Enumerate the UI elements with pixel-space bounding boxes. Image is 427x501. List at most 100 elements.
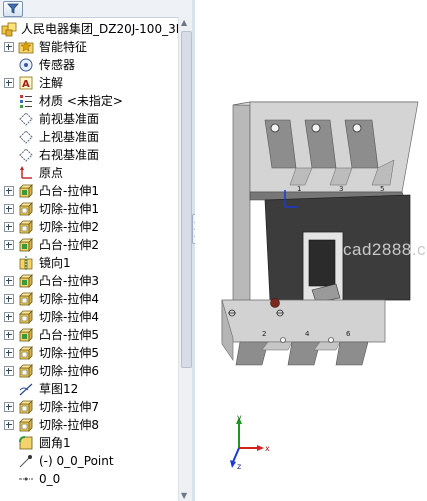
assembly-part-icon bbox=[1, 22, 17, 37]
tree-item[interactable]: 切除-拉伸1 bbox=[0, 200, 178, 218]
tree-item[interactable]: 凸台-拉伸3 bbox=[0, 272, 178, 290]
cut-extrude-icon bbox=[19, 292, 33, 306]
tree-item-label: 切除-拉伸2 bbox=[39, 220, 99, 234]
tree-item[interactable]: 切除-拉伸4 bbox=[0, 308, 178, 326]
expand-plus-icon[interactable] bbox=[4, 330, 14, 340]
mirror-icon bbox=[19, 256, 33, 270]
expand-plus-icon[interactable] bbox=[4, 348, 14, 358]
scrollbar-thumb[interactable] bbox=[181, 31, 192, 368]
tree-item[interactable]: 切除-拉伸4 bbox=[0, 290, 178, 308]
view-orientation-triad[interactable]: y x z bbox=[225, 412, 275, 470]
graphics-area[interactable]: cad2888.com 1 3 5 2 4 6 y x z bbox=[195, 0, 427, 501]
model-lower-front bbox=[221, 299, 386, 343]
point-icon bbox=[19, 455, 32, 468]
tree-item-label: 凸台-拉伸3 bbox=[39, 274, 99, 288]
annotation-icon: A bbox=[19, 76, 33, 90]
tree-item[interactable]: 圆角1 bbox=[0, 434, 178, 452]
cut-extrude-icon bbox=[19, 220, 33, 234]
tree-item-label: 上视基准面 bbox=[39, 130, 100, 144]
star-folder-icon bbox=[18, 40, 34, 54]
expand-plus-icon[interactable] bbox=[4, 294, 14, 304]
origin-icon bbox=[20, 166, 32, 179]
expand-plus-icon[interactable] bbox=[4, 276, 14, 286]
tree-item[interactable]: 切除-拉伸2 bbox=[0, 218, 178, 236]
tree-item[interactable]: A 注解 bbox=[0, 74, 178, 92]
tree-item-label: (-) 0_0_Point bbox=[39, 454, 114, 468]
tree-item-label: 草图12 bbox=[39, 382, 79, 396]
tree-item[interactable]: 草图12 bbox=[0, 380, 178, 398]
tree-item-label: 前视基准面 bbox=[39, 112, 100, 126]
tree-item-label: 凸台-拉伸2 bbox=[39, 238, 99, 252]
sketch-icon bbox=[19, 383, 33, 396]
expand-plus-icon[interactable] bbox=[4, 312, 14, 322]
filter-icon bbox=[7, 3, 19, 14]
tree-item[interactable]: 凸台-拉伸1 bbox=[0, 182, 178, 200]
tree-item[interactable]: (-) 0_0_Point bbox=[0, 452, 178, 470]
tree-item[interactable]: 切除-拉伸6 bbox=[0, 362, 178, 380]
tree-item-label: 智能特征 bbox=[39, 40, 88, 54]
tree-item-label: 切除-拉伸7 bbox=[39, 400, 99, 414]
breaker-handle[interactable] bbox=[302, 231, 344, 303]
expand-plus-icon[interactable] bbox=[4, 204, 14, 214]
tree-item-label: 镜向1 bbox=[39, 256, 71, 270]
cut-extrude-icon bbox=[19, 418, 33, 432]
triad-y-label: y bbox=[237, 413, 242, 422]
tree-item[interactable]: 切除-拉伸8 bbox=[0, 416, 178, 434]
part-name-label: 人民电器集团_DZ20J-100_3P bbox=[21, 22, 178, 36]
tree-item[interactable]: 前视基准面 bbox=[0, 110, 178, 128]
tree-item-label: 切除-拉伸4 bbox=[39, 310, 99, 324]
triad-z-label: z bbox=[237, 462, 241, 470]
tree-item[interactable]: 上视基准面 bbox=[0, 128, 178, 146]
expand-plus-icon[interactable] bbox=[4, 78, 14, 88]
material-icon bbox=[20, 95, 32, 108]
tree-item-label: 右视基准面 bbox=[39, 148, 100, 162]
tree-item[interactable]: 切除-拉伸7 bbox=[0, 398, 178, 416]
boss-extrude-icon bbox=[19, 238, 33, 252]
tree-item[interactable]: 右视基准面 bbox=[0, 146, 178, 164]
expand-plus-icon[interactable] bbox=[4, 42, 14, 52]
tree-item-label: 切除-拉伸4 bbox=[39, 292, 99, 306]
tree-item-label: 圆角1 bbox=[39, 436, 71, 450]
tree-item-label: 材质 <未指定> bbox=[39, 94, 123, 108]
svg-text:A: A bbox=[22, 79, 30, 90]
filter-button[interactable] bbox=[3, 1, 23, 17]
boss-extrude-icon bbox=[19, 328, 33, 342]
tree-item-label: 原点 bbox=[39, 166, 64, 180]
tree-item[interactable]: 智能特征 bbox=[0, 38, 178, 56]
tree-item[interactable]: 传感器 bbox=[0, 56, 178, 74]
tree-item-label: 0_0 bbox=[39, 472, 61, 486]
expand-plus-icon[interactable] bbox=[4, 366, 14, 376]
plane-icon bbox=[19, 148, 33, 162]
scroll-up-arrow-icon[interactable]: ▲ bbox=[181, 18, 187, 27]
tree-item-label: 凸台-拉伸1 bbox=[39, 184, 99, 198]
boss-extrude-icon bbox=[19, 274, 33, 288]
triad-x-label: x bbox=[265, 444, 270, 453]
feature-manager-tree: 人民电器集团_DZ20J-100_3P 智能特征传感器 A 注解材质 <未指定> 前视… bbox=[0, 0, 193, 501]
expand-plus-icon[interactable] bbox=[4, 402, 14, 412]
tree-item-label: 凸台-拉伸5 bbox=[39, 328, 99, 342]
expand-plus-icon[interactable] bbox=[4, 420, 14, 430]
tree-vertical-scrollbar[interactable]: ▲ ▼ bbox=[178, 17, 192, 501]
sensor-icon bbox=[19, 58, 33, 72]
tree-item-label: 传感器 bbox=[39, 58, 76, 72]
cut-extrude-icon bbox=[19, 364, 33, 378]
scroll-down-arrow-icon[interactable]: ▼ bbox=[181, 491, 187, 500]
cut-extrude-icon bbox=[19, 400, 33, 414]
tree-item-label: 注解 bbox=[39, 76, 64, 90]
tree-item[interactable]: 凸台-拉伸2 bbox=[0, 236, 178, 254]
tree-item[interactable]: 镜向1 bbox=[0, 254, 178, 272]
plane-icon bbox=[19, 112, 33, 126]
expand-plus-icon[interactable] bbox=[4, 186, 14, 196]
tree-item[interactable]: 切除-拉伸5 bbox=[0, 344, 178, 362]
tree-item[interactable]: 凸台-拉伸5 bbox=[0, 326, 178, 344]
tree-item[interactable]: 材质 <未指定> bbox=[0, 92, 178, 110]
cut-extrude-icon bbox=[19, 310, 33, 324]
tree-item-label: 切除-拉伸8 bbox=[39, 418, 99, 432]
tree-item[interactable]: 原点 bbox=[0, 164, 178, 182]
tree-item[interactable]: 0_0 bbox=[0, 470, 178, 488]
tree-root-part[interactable]: 人民电器集团_DZ20J-100_3P bbox=[0, 20, 178, 38]
watermark-text: cad2888.com bbox=[343, 240, 427, 259]
cut-extrude-icon bbox=[19, 202, 33, 216]
expand-plus-icon[interactable] bbox=[4, 222, 14, 232]
expand-plus-icon[interactable] bbox=[4, 240, 14, 250]
